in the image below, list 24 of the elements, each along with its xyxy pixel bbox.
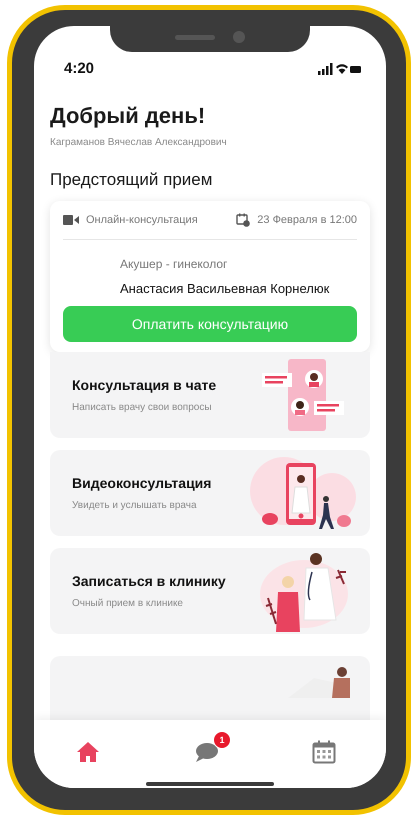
service-title: Видеоконсультация bbox=[72, 475, 212, 491]
status-time: 4:20 bbox=[64, 60, 94, 77]
video-camera-icon bbox=[63, 215, 79, 225]
status-icons bbox=[318, 62, 362, 74]
home-icon bbox=[76, 741, 100, 763]
user-name: Каграманов Вячеслав Александрович bbox=[50, 137, 228, 148]
consultation-type: Онлайн-консультация bbox=[86, 214, 198, 226]
greeting-title: Добрый день! bbox=[50, 103, 206, 129]
service-title: Записаться в клинику bbox=[72, 573, 226, 589]
service-subtitle: Написать врачу свои вопросы bbox=[72, 402, 213, 413]
service-title: Консультация в чате bbox=[72, 377, 216, 393]
calendar-icon bbox=[312, 740, 336, 764]
chat-tab[interactable]: 1 bbox=[188, 731, 231, 767]
service-subtitle: Очный прием в клинике bbox=[72, 598, 184, 609]
doctor-name: Анастасия Васильевная Корнелюк bbox=[120, 281, 330, 296]
service-card[interactable]: Видеоконсультация Увидеть и услышать врача bbox=[50, 450, 370, 536]
service-subtitle: Увидеть и услышать врача bbox=[72, 500, 198, 511]
section-title: Предстоящий прием bbox=[50, 170, 214, 190]
calendar-clock-icon bbox=[236, 213, 250, 227]
service-card[interactable]: Консультация в чате Написать врачу свои вопросы bbox=[50, 352, 370, 438]
unread-count-badge: 1 bbox=[212, 731, 231, 749]
doctor-specialty: Акушер - гинеколог bbox=[120, 257, 228, 271]
appointment-datetime: 23 Февраля в 12:00 bbox=[257, 214, 357, 226]
service-card[interactable]: Записаться в клинику Очный прием в клинике bbox=[50, 548, 370, 634]
